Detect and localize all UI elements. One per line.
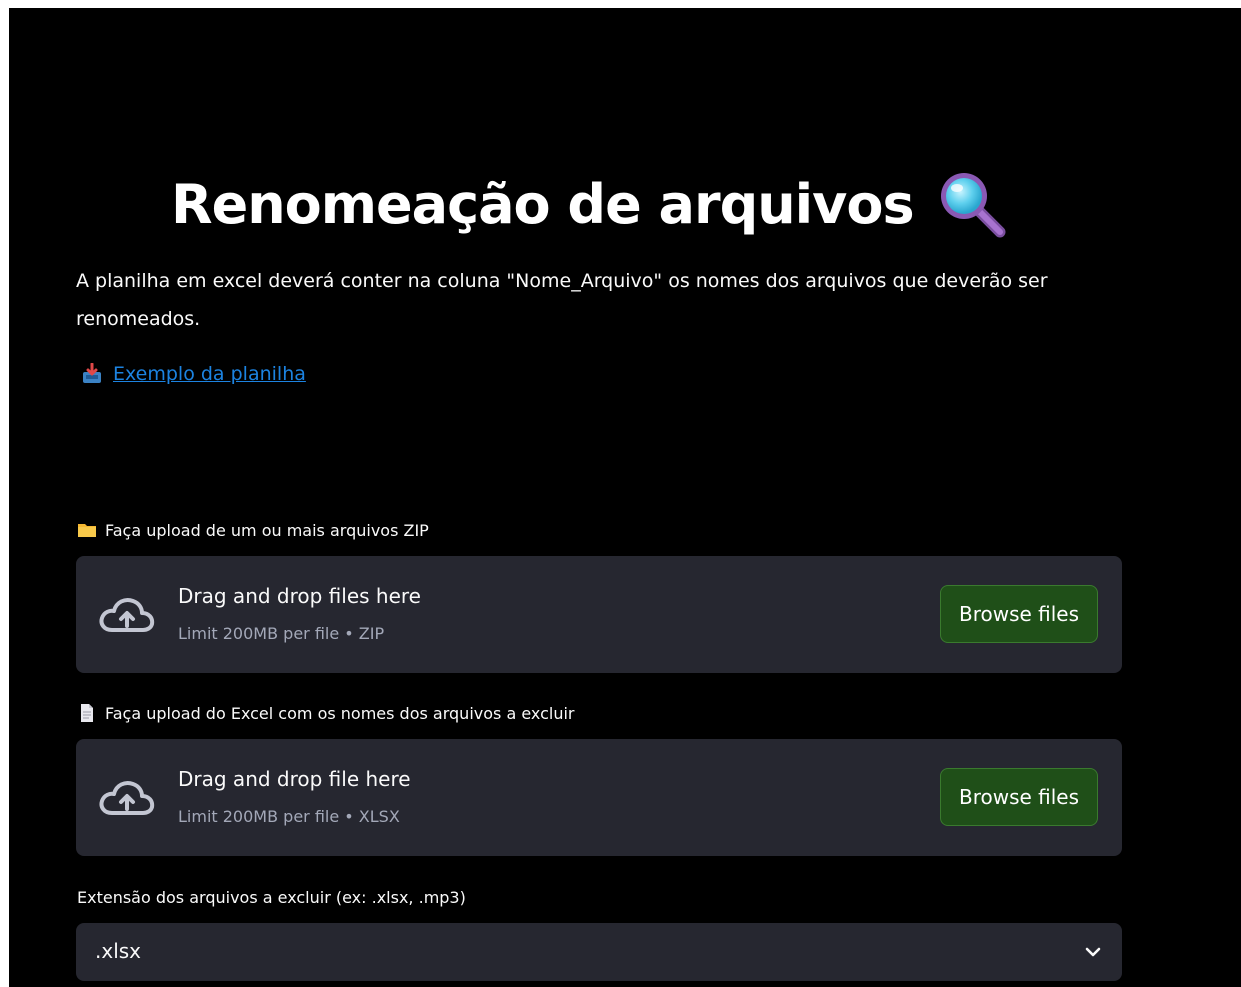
excel-upload-label: Faça upload do Excel com os nomes dos ar…	[77, 703, 575, 723]
example-spreadsheet-link[interactable]: Exemplo da planilha	[113, 363, 306, 385]
app-container: Renomeação de arquivos A planilha em exc…	[9, 8, 1241, 987]
zip-dropzone[interactable]: Drag and drop files here Limit 200MB per…	[76, 556, 1122, 673]
extension-select-label-text: Extensão dos arquivos a excluir (ex: .xl…	[77, 888, 466, 907]
magnifying-glass-icon	[936, 168, 1008, 240]
chevron-down-icon[interactable]	[1084, 943, 1102, 961]
folder-icon	[77, 520, 97, 540]
description-text: A planilha em excel deverá conter na col…	[76, 270, 1048, 330]
zip-dropzone-limit: Limit 200MB per file • ZIP	[178, 624, 385, 643]
page-icon	[77, 703, 97, 723]
zip-upload-label-text: Faça upload de um ou mais arquivos ZIP	[105, 520, 429, 540]
extension-select[interactable]: .xlsx	[76, 923, 1122, 981]
zip-upload-label: Faça upload de um ou mais arquivos ZIP	[77, 520, 429, 540]
excel-browse-files-button[interactable]: Browse files	[940, 768, 1098, 826]
excel-dropzone[interactable]: Drag and drop file here Limit 200MB per …	[76, 739, 1122, 856]
example-link-row: Exemplo da planilha	[81, 362, 306, 385]
page-title: Renomeação de arquivos	[171, 172, 915, 236]
title-row: Renomeação de arquivos	[171, 164, 1008, 244]
excel-dropzone-limit: Limit 200MB per file • XLSX	[178, 807, 400, 826]
extension-select-label: Extensão dos arquivos a excluir (ex: .xl…	[77, 888, 466, 907]
zip-browse-files-button[interactable]: Browse files	[940, 585, 1098, 643]
extension-select-value: .xlsx	[95, 939, 142, 963]
excel-dropzone-title: Drag and drop file here	[178, 767, 411, 791]
cloud-upload-icon	[98, 777, 156, 819]
cloud-upload-icon	[98, 594, 156, 636]
excel-upload-label-text: Faça upload do Excel com os nomes dos ar…	[105, 703, 575, 723]
inbox-tray-icon	[81, 362, 103, 385]
zip-dropzone-title: Drag and drop files here	[178, 584, 421, 608]
